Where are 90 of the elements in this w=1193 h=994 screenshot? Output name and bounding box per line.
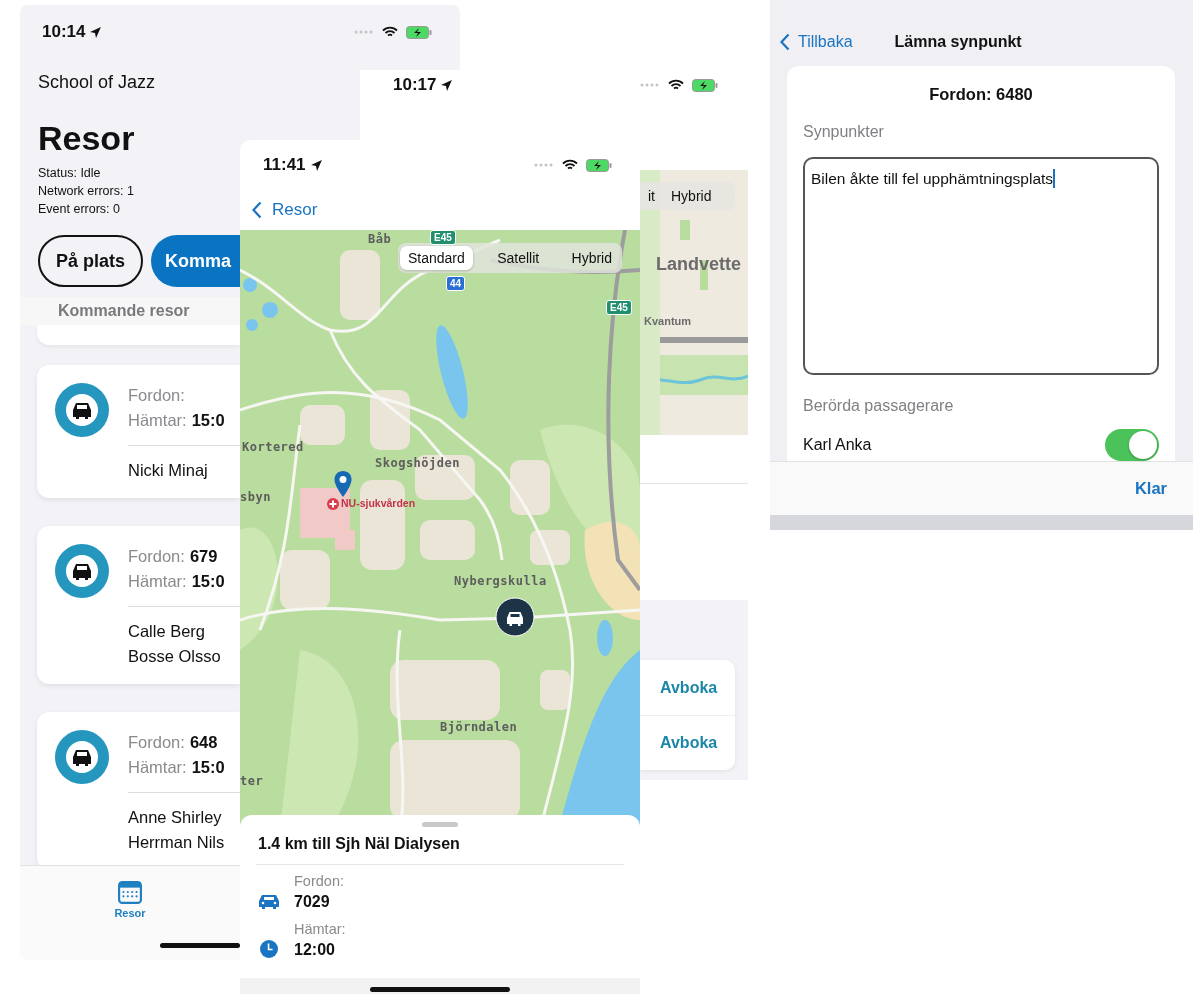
wifi-icon [668, 79, 684, 91]
status-text: Network errors: 1 [38, 183, 134, 200]
place-label: Båb [368, 232, 392, 246]
organization-name: School of Jazz [38, 72, 156, 92]
map[interactable]: it Hybrid Landvette Kvantum [640, 170, 748, 435]
road-sign: 44 [446, 276, 466, 291]
place-label: Kvantum [644, 315, 692, 327]
detail-label: Fordon: [294, 872, 344, 891]
filter-button[interactable]: På plats [38, 235, 144, 287]
road-sign: E45 [606, 300, 632, 315]
map-type-segment[interactable]: Standard [400, 246, 473, 270]
trip-card[interactable]: Fordon: 648 Hämtar: 15:0 Anne Shirley Herrman Nils [37, 712, 240, 865]
vehicle-label: Fordon: [128, 547, 185, 565]
location-arrow-icon [89, 25, 103, 39]
comment-field[interactable]: Bilen åkte till fel upphämtningsplats [803, 157, 1159, 375]
passenger-name: Nicki Minaj [128, 460, 209, 481]
road-sign: E45 [430, 230, 456, 245]
vehicle-number: 648 [189, 733, 218, 751]
done-button[interactable]: Klar [1134, 479, 1167, 498]
car-icon [258, 892, 280, 910]
passenger-name: Calle Berg [128, 621, 207, 642]
section-header: Kommande resor [20, 297, 240, 325]
vehicle-label: Fordon: [128, 386, 185, 404]
car-icon [55, 383, 109, 437]
pickup-time: 15:0 [191, 572, 225, 590]
map-type-segment[interactable]: Hybrid [663, 184, 720, 208]
passenger-name: Bosse Olsso [128, 646, 222, 667]
filter-button[interactable]: Komma [151, 235, 240, 287]
wifi-icon [562, 159, 578, 171]
destination-distance: 1.4 km till Sjh Näl Dialysen [257, 834, 461, 854]
vehicle-heading: Fordon: 6480 [928, 84, 1034, 105]
signal-icon [354, 30, 374, 34]
vehicle-number: 679 [189, 547, 218, 565]
battery-charging-icon [586, 158, 612, 172]
place-label: Björndalen [440, 720, 518, 734]
location-arrow-icon [440, 78, 454, 92]
location-arrow-icon [309, 158, 323, 172]
tab-item[interactable]: Resor [20, 866, 240, 960]
place-label: NU-sjukvården [341, 497, 416, 509]
hospital-icon [327, 498, 339, 510]
toggle-switch[interactable] [1105, 429, 1159, 461]
passenger-name: Anne Shirley [128, 807, 223, 828]
place-label: sbyn [240, 490, 271, 504]
car-marker-icon[interactable] [495, 597, 535, 637]
battery-charging-icon [692, 78, 718, 92]
trip-card[interactable]: Fordon: Hämtar: 15:0 Nicki Minaj [37, 365, 240, 498]
pickup-label: Hämtar: [128, 411, 187, 429]
car-icon [55, 730, 109, 784]
chevron-left-icon [252, 201, 262, 219]
status-text: Event errors: 0 [38, 201, 121, 218]
detail-value: 12:00 [294, 940, 336, 960]
signal-icon [640, 83, 660, 87]
status-time: 11:41 [263, 155, 306, 175]
page-title: Resor [38, 118, 135, 158]
section-label: Berörda passagerare [803, 396, 955, 416]
status-time: 10:17 [393, 75, 437, 95]
sheet-handle[interactable] [422, 822, 458, 827]
text-cursor [1053, 169, 1056, 188]
place-label: Nybergskulla [454, 574, 547, 588]
detail-value: 7029 [294, 892, 331, 912]
passenger-name: Karl Anka [803, 436, 872, 454]
place-label: ter [240, 774, 264, 788]
signal-icon [534, 163, 554, 167]
vehicle-label: Fordon: [128, 733, 185, 751]
place-label: Skogshöjden [375, 456, 460, 470]
pickup-label: Hämtar: [128, 758, 187, 776]
wifi-icon [382, 26, 398, 38]
battery-charging-icon [406, 25, 432, 39]
map-type-segment[interactable]: it [640, 184, 663, 208]
screen-title: Lämna synpunkt [894, 33, 1022, 51]
car-icon [55, 544, 109, 598]
pickup-time: 15:0 [191, 411, 225, 429]
place-label: Landvette [656, 254, 742, 275]
status-time: 10:14 [42, 22, 86, 42]
pickup-label: Hämtar: [128, 572, 187, 590]
calendar-icon [118, 880, 142, 904]
passenger-name: Herrman Nils [128, 832, 226, 853]
map-type-segment[interactable]: Hybrid [563, 246, 620, 270]
clock-icon [258, 940, 280, 958]
back-button[interactable]: Resor [252, 200, 318, 220]
field-label: Synpunkter [803, 122, 885, 142]
detail-label: Hämtar: [294, 920, 346, 939]
back-button[interactable]: Tillbaka [780, 33, 853, 51]
map-pin-icon[interactable] [333, 470, 353, 498]
pickup-time: 15:0 [191, 758, 225, 776]
map-type-segment[interactable]: Satellit [489, 246, 548, 270]
status-text: Status: Idle [38, 165, 102, 182]
chevron-left-icon [780, 33, 790, 51]
cancel-button[interactable]: Avboka [640, 660, 735, 715]
trip-card[interactable]: Fordon: 679 Hämtar: 15:0 Calle Berg Bosse Olsso [37, 526, 240, 684]
